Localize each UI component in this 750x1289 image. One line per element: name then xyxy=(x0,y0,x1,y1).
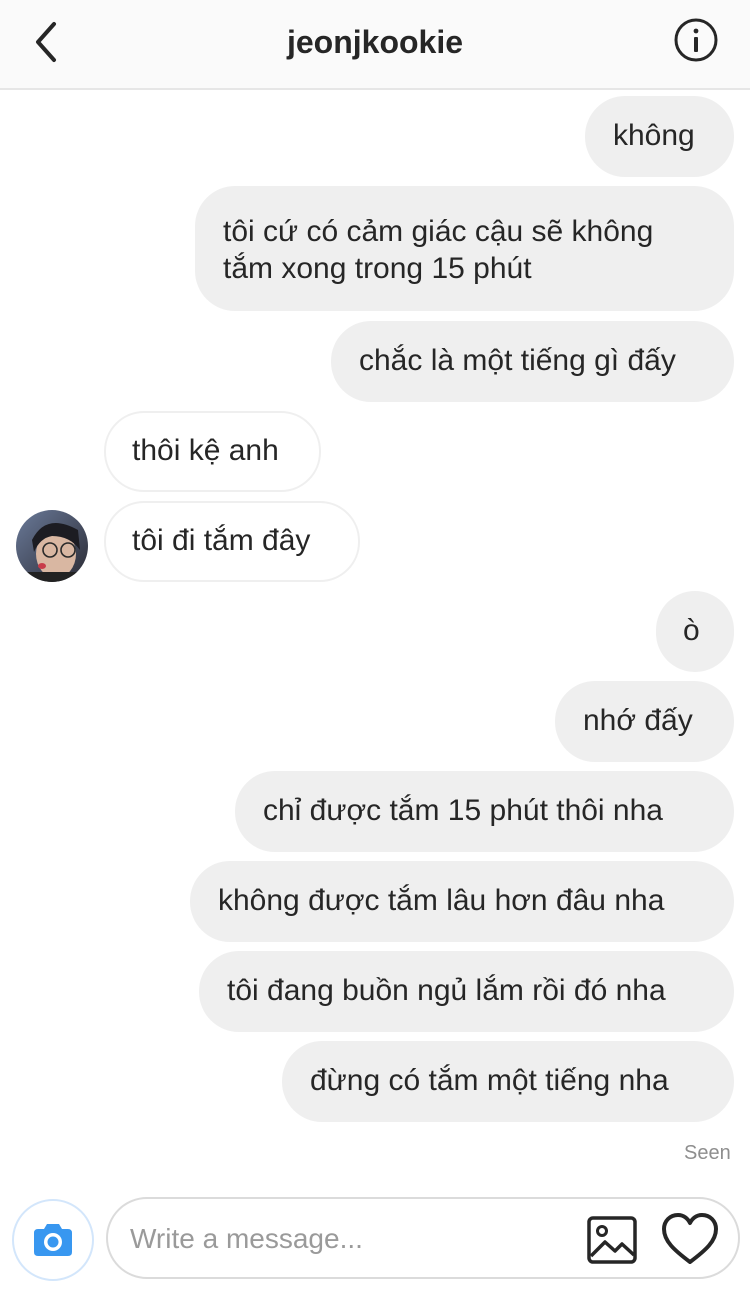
message-bubble-received[interactable]: thôi kệ anh xyxy=(104,411,321,492)
heart-icon xyxy=(662,1213,718,1264)
message-text: không xyxy=(613,119,695,152)
message-text: chỉ được tắm 15 phút thôi nha xyxy=(263,794,663,827)
message-bubble-sent[interactable]: chỉ được tắm 15 phút thôi nha xyxy=(235,771,734,852)
message-bubble-sent[interactable]: chắc là một tiếng gì đấy xyxy=(331,321,734,402)
message-text: chắc là một tiếng gì đấy xyxy=(359,344,676,377)
message-bubble-sent[interactable]: đừng có tắm một tiếng nha xyxy=(282,1041,734,1122)
avatar[interactable] xyxy=(16,510,88,582)
message-bubble-sent[interactable]: tôi đang buồn ngủ lắm rồi đó nha xyxy=(199,951,734,1032)
camera-button[interactable] xyxy=(12,1199,94,1281)
chat-header: jeonjkookie xyxy=(0,0,750,90)
image-icon xyxy=(587,1216,637,1264)
message-bubble-sent[interactable]: ò xyxy=(656,591,734,672)
message-bubble-received[interactable]: tôi đi tắm đây xyxy=(104,501,360,582)
message-text: tôi đang buồn ngủ lắm rồi đó nha xyxy=(227,974,666,1007)
message-text: thôi kệ anh xyxy=(132,434,279,467)
message-input[interactable] xyxy=(130,1219,570,1259)
message-text: tôi đi tắm đây xyxy=(132,524,311,557)
message-bubble-sent[interactable]: không xyxy=(585,96,734,177)
gallery-button[interactable] xyxy=(586,1215,638,1265)
message-composer xyxy=(106,1197,740,1279)
info-button[interactable] xyxy=(672,16,720,64)
direct-message-screen: jeonjkookie không tôi cứ có cảm giác cậu… xyxy=(0,0,750,1289)
message-bubble-sent[interactable]: không được tắm lâu hơn đâu nha xyxy=(190,861,734,942)
message-text: nhớ đấy xyxy=(583,704,693,737)
message-bubble-sent[interactable]: nhớ đấy xyxy=(555,681,734,762)
message-text: ò xyxy=(683,614,700,647)
message-text-line-2: tắm xong trong 15 phút xyxy=(223,252,532,285)
info-icon xyxy=(674,18,718,62)
chat-username[interactable]: jeonjkookie xyxy=(0,24,750,61)
message-text: đừng có tắm một tiếng nha xyxy=(310,1064,669,1097)
seen-status: Seen xyxy=(684,1142,731,1164)
profile-photo xyxy=(16,510,88,582)
camera-button-inner xyxy=(20,1207,86,1273)
camera-icon xyxy=(34,1224,72,1256)
like-button[interactable] xyxy=(660,1211,720,1267)
message-text-line-1: tôi cứ có cảm giác cậu sẽ không xyxy=(223,215,654,248)
message-bubble-sent[interactable]: tôi cứ có cảm giác cậu sẽ không tắm xong… xyxy=(195,186,734,311)
message-text: không được tắm lâu hơn đâu nha xyxy=(218,884,665,917)
